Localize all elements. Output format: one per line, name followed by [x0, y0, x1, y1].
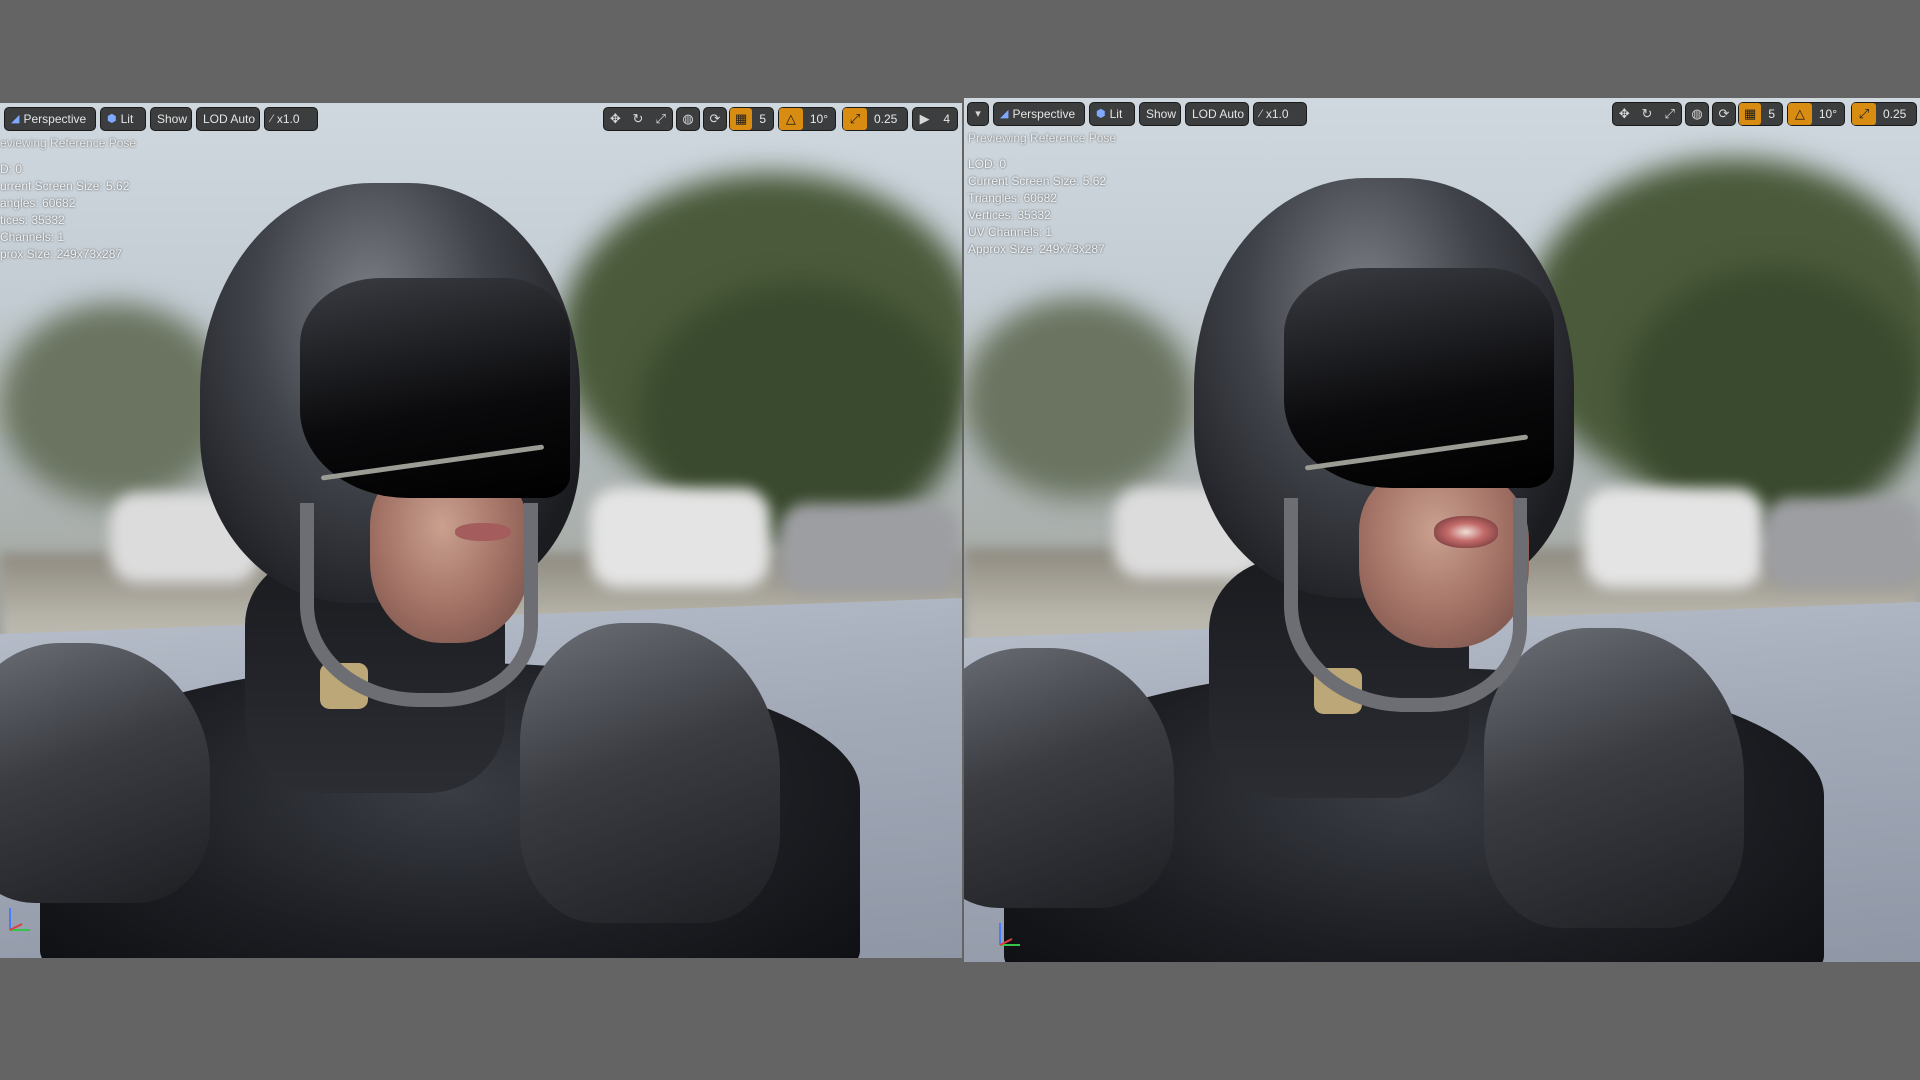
stat-line: Current Screen Size: 5.62 [968, 174, 1107, 188]
perspective-button[interactable]: ◢ Perspective [4, 107, 96, 131]
transform-mode-group: ✥ ↻ ⤢ [603, 107, 673, 131]
options-dropdown-icon: ▾ [975, 108, 981, 120]
lod-button[interactable]: LOD Auto [196, 107, 260, 131]
perspective-button[interactable]: ◢ Perspective [993, 102, 1085, 126]
world-local-icon: ◍ [682, 111, 694, 126]
stat-line: tices: 35332 [0, 213, 65, 227]
playback-speed-button[interactable]: ⁄ x1.0 [264, 107, 318, 131]
playback-speed-button[interactable]: ⁄ x1.0 [1253, 102, 1307, 126]
options-dropdown-button[interactable]: ▾ [967, 102, 989, 126]
scale-icon[interactable]: ⤢ [1658, 103, 1681, 125]
rotation-snap-group[interactable]: △ 10° [1787, 102, 1845, 126]
scale-snap-group[interactable]: ⤢ 0.25 [1851, 102, 1917, 126]
grid-snap-group[interactable]: ▦ 5 [1738, 102, 1783, 126]
world-local-toggle[interactable]: ◍ [676, 107, 700, 131]
scale-snap-group[interactable]: ⤢ 0.25 [842, 107, 908, 131]
mesh-stats: D: 0 urrent Screen Size: 5.62 angles: 60… [0, 161, 129, 263]
stat-line: urrent Screen Size: 5.62 [0, 179, 130, 193]
perspective-icon: ◢ [1000, 108, 1009, 120]
surface-snap-toggle[interactable]: ⟳ [1712, 102, 1736, 126]
transform-mode-group: ✥ ↻ ⤢ [1612, 102, 1682, 126]
viewport-left[interactable]: ◢ Perspective ⬢ Lit Show LOD Auto ⁄ x1.0… [0, 103, 962, 958]
rotation-snap-icon: △ [779, 108, 803, 130]
rotation-snap-group[interactable]: △ 10° [778, 107, 836, 131]
stat-line: prox Size: 249x73x287 [0, 247, 123, 261]
stat-line: Approx Size: 249x73x287 [968, 242, 1105, 256]
viewport-toolbar: ▾ ◢ Perspective ⬢ Lit Show LOD Auto ⁄ x1… [964, 98, 1920, 132]
world-local-icon: ◍ [1691, 106, 1703, 121]
scale-snap-icon: ⤢ [1852, 103, 1876, 125]
lit-sphere-icon: ⬢ [107, 113, 117, 125]
translate-icon[interactable]: ✥ [1613, 103, 1636, 125]
stat-line: Channels: 1 [0, 230, 65, 244]
page: ◢ Perspective ⬢ Lit Show LOD Auto ⁄ x1.0… [0, 0, 1920, 1080]
grid-snap-icon: ▦ [1739, 103, 1762, 125]
grid-snap-group[interactable]: ▦ 5 [729, 107, 774, 131]
lit-sphere-icon: ⬢ [1096, 108, 1106, 120]
lod-button[interactable]: LOD Auto [1185, 102, 1249, 126]
world-local-toggle[interactable]: ◍ [1685, 102, 1709, 126]
surface-snap-toggle[interactable]: ⟳ [703, 107, 727, 131]
viewport-toolbar: ◢ Perspective ⬢ Lit Show LOD Auto ⁄ x1.0… [0, 103, 962, 137]
stat-line: Triangles: 60682 [968, 191, 1057, 205]
stat-line: angles: 60682 [0, 196, 76, 210]
axis-gizmo-icon [9, 908, 30, 931]
axis-gizmo-icon [999, 923, 1020, 946]
stat-line: Vertices: 35332 [968, 208, 1051, 222]
stat-line: UV Channels: 1 [968, 225, 1053, 239]
viewport-right[interactable]: ▾ ◢ Perspective ⬢ Lit Show LOD Auto ⁄ x1… [964, 98, 1920, 962]
rotate-icon[interactable]: ↻ [627, 108, 650, 130]
camera-speed-icon: ⁄ [1260, 108, 1262, 120]
preview-mode-label: Previewing Reference Pose [968, 131, 1117, 145]
perspective-icon: ◢ [11, 113, 20, 125]
surface-snap-icon: ⟳ [709, 111, 721, 126]
stat-line: D: 0 [0, 162, 23, 176]
camera-icon: ▶ [919, 111, 930, 126]
camera-speed-group[interactable]: ▶ 4 [912, 107, 958, 131]
rotate-icon[interactable]: ↻ [1636, 103, 1659, 125]
camera-speed-icon: ⁄ [271, 113, 273, 125]
scale-snap-icon: ⤢ [843, 108, 867, 130]
translate-icon[interactable]: ✥ [604, 108, 627, 130]
show-button[interactable]: Show [1139, 102, 1181, 126]
character-model [964, 98, 1920, 962]
grid-snap-icon: ▦ [730, 108, 753, 130]
stat-line: LOD: 0 [968, 157, 1007, 171]
lit-button[interactable]: ⬢ Lit [1089, 102, 1135, 126]
preview-mode-label: eviewing Reference Pose [0, 136, 137, 150]
lit-button[interactable]: ⬢ Lit [100, 107, 146, 131]
scale-icon[interactable]: ⤢ [649, 108, 672, 130]
show-button[interactable]: Show [150, 107, 192, 131]
character-model [0, 103, 962, 958]
surface-snap-icon: ⟳ [1718, 106, 1730, 121]
rotation-snap-icon: △ [1788, 103, 1812, 125]
mesh-stats: LOD: 0 Current Screen Size: 5.62 Triangl… [968, 156, 1106, 258]
